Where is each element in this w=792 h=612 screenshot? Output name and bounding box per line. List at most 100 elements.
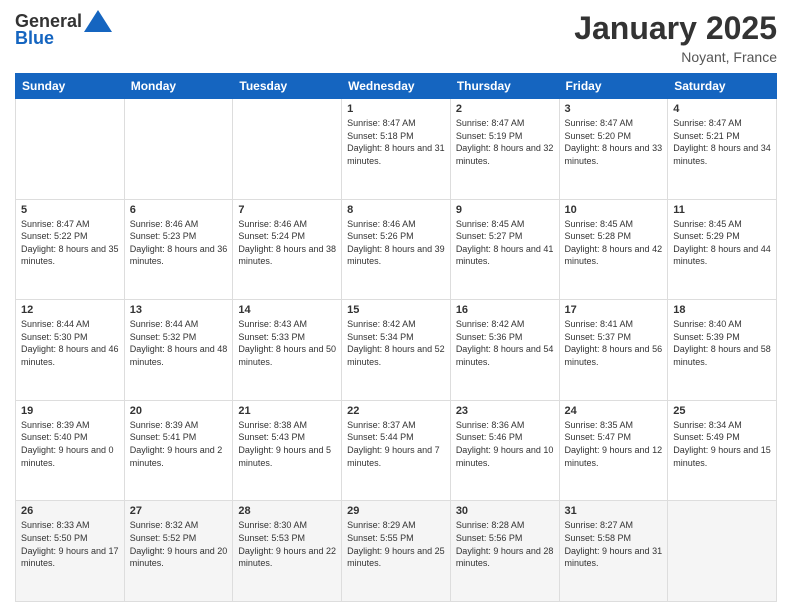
day-number: 31 [565, 505, 663, 517]
day-number: 19 [21, 405, 119, 417]
header-sunday: Sunday [16, 74, 125, 99]
day-number: 24 [565, 405, 663, 417]
location-title: Noyant, France [574, 49, 777, 65]
table-row: 20 Sunrise: 8:39 AMSunset: 5:41 PMDaylig… [124, 400, 233, 501]
table-row: 2 Sunrise: 8:47 AMSunset: 5:19 PMDayligh… [450, 99, 559, 200]
table-row: 30 Sunrise: 8:28 AMSunset: 5:56 PMDaylig… [450, 501, 559, 602]
cell-content: Sunrise: 8:30 AMSunset: 5:53 PMDaylight:… [238, 519, 336, 569]
table-row: 5 Sunrise: 8:47 AMSunset: 5:22 PMDayligh… [16, 199, 125, 300]
table-row: 12 Sunrise: 8:44 AMSunset: 5:30 PMDaylig… [16, 300, 125, 401]
cell-content: Sunrise: 8:38 AMSunset: 5:43 PMDaylight:… [238, 419, 336, 469]
logo-icon [84, 10, 112, 32]
day-number: 27 [130, 505, 228, 517]
table-row: 6 Sunrise: 8:46 AMSunset: 5:23 PMDayligh… [124, 199, 233, 300]
table-row: 31 Sunrise: 8:27 AMSunset: 5:58 PMDaylig… [559, 501, 668, 602]
day-number: 4 [673, 103, 771, 115]
cell-content: Sunrise: 8:37 AMSunset: 5:44 PMDaylight:… [347, 419, 445, 469]
day-number: 29 [347, 505, 445, 517]
cell-content: Sunrise: 8:41 AMSunset: 5:37 PMDaylight:… [565, 318, 663, 368]
header: General Blue January 2025 Noyant, France [15, 10, 777, 65]
day-number: 16 [456, 304, 554, 316]
day-number: 10 [565, 204, 663, 216]
table-row: 8 Sunrise: 8:46 AMSunset: 5:26 PMDayligh… [342, 199, 451, 300]
table-row: 25 Sunrise: 8:34 AMSunset: 5:49 PMDaylig… [668, 400, 777, 501]
day-number: 26 [21, 505, 119, 517]
day-number: 22 [347, 405, 445, 417]
header-thursday: Thursday [450, 74, 559, 99]
title-block: January 2025 Noyant, France [574, 10, 777, 65]
table-row: 29 Sunrise: 8:29 AMSunset: 5:55 PMDaylig… [342, 501, 451, 602]
calendar-table: Sunday Monday Tuesday Wednesday Thursday… [15, 73, 777, 602]
day-number: 18 [673, 304, 771, 316]
day-number: 3 [565, 103, 663, 115]
cell-content: Sunrise: 8:33 AMSunset: 5:50 PMDaylight:… [21, 519, 119, 569]
table-row: 10 Sunrise: 8:45 AMSunset: 5:28 PMDaylig… [559, 199, 668, 300]
cell-content: Sunrise: 8:28 AMSunset: 5:56 PMDaylight:… [456, 519, 554, 569]
calendar-week-3: 12 Sunrise: 8:44 AMSunset: 5:30 PMDaylig… [16, 300, 777, 401]
table-row: 22 Sunrise: 8:37 AMSunset: 5:44 PMDaylig… [342, 400, 451, 501]
cell-content: Sunrise: 8:45 AMSunset: 5:28 PMDaylight:… [565, 218, 663, 268]
table-row: 27 Sunrise: 8:32 AMSunset: 5:52 PMDaylig… [124, 501, 233, 602]
table-row [668, 501, 777, 602]
day-number: 1 [347, 103, 445, 115]
cell-content: Sunrise: 8:46 AMSunset: 5:23 PMDaylight:… [130, 218, 228, 268]
cell-content: Sunrise: 8:39 AMSunset: 5:41 PMDaylight:… [130, 419, 228, 469]
cell-content: Sunrise: 8:44 AMSunset: 5:30 PMDaylight:… [21, 318, 119, 368]
cell-content: Sunrise: 8:36 AMSunset: 5:46 PMDaylight:… [456, 419, 554, 469]
cell-content: Sunrise: 8:40 AMSunset: 5:39 PMDaylight:… [673, 318, 771, 368]
table-row: 13 Sunrise: 8:44 AMSunset: 5:32 PMDaylig… [124, 300, 233, 401]
day-number: 6 [130, 204, 228, 216]
table-row [233, 99, 342, 200]
table-row: 26 Sunrise: 8:33 AMSunset: 5:50 PMDaylig… [16, 501, 125, 602]
day-number: 9 [456, 204, 554, 216]
cell-content: Sunrise: 8:45 AMSunset: 5:27 PMDaylight:… [456, 218, 554, 268]
header-wednesday: Wednesday [342, 74, 451, 99]
day-number: 7 [238, 204, 336, 216]
cell-content: Sunrise: 8:47 AMSunset: 5:21 PMDaylight:… [673, 117, 771, 167]
table-row [16, 99, 125, 200]
table-row: 18 Sunrise: 8:40 AMSunset: 5:39 PMDaylig… [668, 300, 777, 401]
day-number: 2 [456, 103, 554, 115]
cell-content: Sunrise: 8:29 AMSunset: 5:55 PMDaylight:… [347, 519, 445, 569]
table-row: 19 Sunrise: 8:39 AMSunset: 5:40 PMDaylig… [16, 400, 125, 501]
table-row: 17 Sunrise: 8:41 AMSunset: 5:37 PMDaylig… [559, 300, 668, 401]
calendar-week-4: 19 Sunrise: 8:39 AMSunset: 5:40 PMDaylig… [16, 400, 777, 501]
cell-content: Sunrise: 8:34 AMSunset: 5:49 PMDaylight:… [673, 419, 771, 469]
day-number: 13 [130, 304, 228, 316]
cell-content: Sunrise: 8:46 AMSunset: 5:26 PMDaylight:… [347, 218, 445, 268]
page: General Blue January 2025 Noyant, France… [0, 0, 792, 612]
table-row: 14 Sunrise: 8:43 AMSunset: 5:33 PMDaylig… [233, 300, 342, 401]
cell-content: Sunrise: 8:43 AMSunset: 5:33 PMDaylight:… [238, 318, 336, 368]
table-row: 9 Sunrise: 8:45 AMSunset: 5:27 PMDayligh… [450, 199, 559, 300]
table-row: 21 Sunrise: 8:38 AMSunset: 5:43 PMDaylig… [233, 400, 342, 501]
logo-blue-text: Blue [15, 28, 54, 49]
cell-content: Sunrise: 8:47 AMSunset: 5:22 PMDaylight:… [21, 218, 119, 268]
logo: General Blue [15, 10, 112, 49]
table-row: 15 Sunrise: 8:42 AMSunset: 5:34 PMDaylig… [342, 300, 451, 401]
table-row: 11 Sunrise: 8:45 AMSunset: 5:29 PMDaylig… [668, 199, 777, 300]
table-row: 4 Sunrise: 8:47 AMSunset: 5:21 PMDayligh… [668, 99, 777, 200]
table-row [124, 99, 233, 200]
calendar-week-2: 5 Sunrise: 8:47 AMSunset: 5:22 PMDayligh… [16, 199, 777, 300]
cell-content: Sunrise: 8:42 AMSunset: 5:34 PMDaylight:… [347, 318, 445, 368]
day-number: 30 [456, 505, 554, 517]
table-row: 24 Sunrise: 8:35 AMSunset: 5:47 PMDaylig… [559, 400, 668, 501]
day-number: 5 [21, 204, 119, 216]
calendar-week-1: 1 Sunrise: 8:47 AMSunset: 5:18 PMDayligh… [16, 99, 777, 200]
day-number: 23 [456, 405, 554, 417]
table-row: 1 Sunrise: 8:47 AMSunset: 5:18 PMDayligh… [342, 99, 451, 200]
cell-content: Sunrise: 8:44 AMSunset: 5:32 PMDaylight:… [130, 318, 228, 368]
cell-content: Sunrise: 8:45 AMSunset: 5:29 PMDaylight:… [673, 218, 771, 268]
cell-content: Sunrise: 8:39 AMSunset: 5:40 PMDaylight:… [21, 419, 119, 469]
table-row: 23 Sunrise: 8:36 AMSunset: 5:46 PMDaylig… [450, 400, 559, 501]
day-number: 15 [347, 304, 445, 316]
day-number: 20 [130, 405, 228, 417]
cell-content: Sunrise: 8:47 AMSunset: 5:19 PMDaylight:… [456, 117, 554, 167]
cell-content: Sunrise: 8:42 AMSunset: 5:36 PMDaylight:… [456, 318, 554, 368]
table-row: 7 Sunrise: 8:46 AMSunset: 5:24 PMDayligh… [233, 199, 342, 300]
cell-content: Sunrise: 8:27 AMSunset: 5:58 PMDaylight:… [565, 519, 663, 569]
cell-content: Sunrise: 8:32 AMSunset: 5:52 PMDaylight:… [130, 519, 228, 569]
header-friday: Friday [559, 74, 668, 99]
cell-content: Sunrise: 8:47 AMSunset: 5:20 PMDaylight:… [565, 117, 663, 167]
table-row: 28 Sunrise: 8:30 AMSunset: 5:53 PMDaylig… [233, 501, 342, 602]
